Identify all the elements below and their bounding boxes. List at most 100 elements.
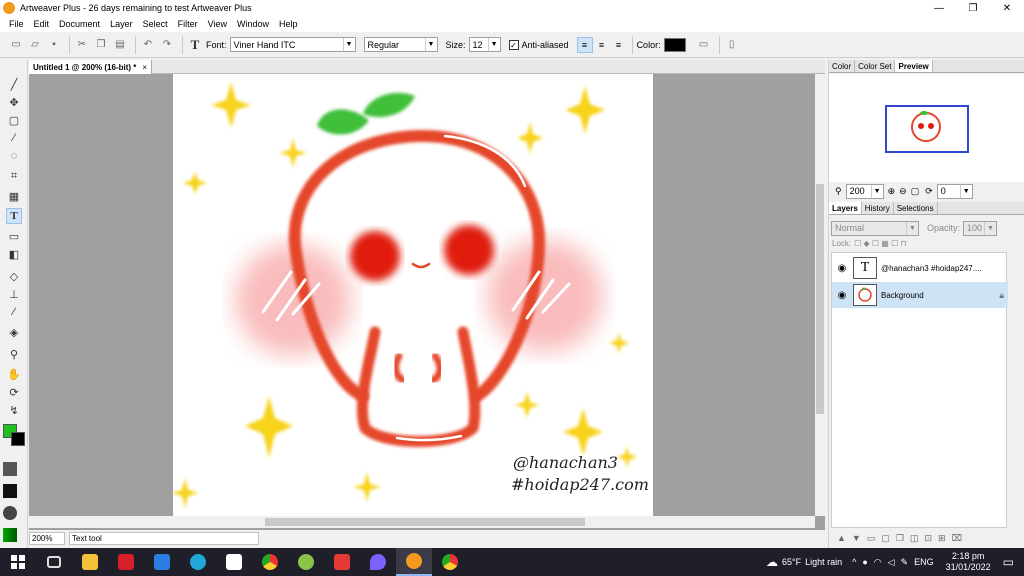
paint-app-icon[interactable]	[360, 548, 396, 576]
font-style-select[interactable]: Regular ▼	[363, 37, 438, 52]
speaker-icon[interactable]: ◁	[888, 557, 895, 568]
menu-document[interactable]: Document	[54, 19, 105, 29]
new-layer-icon[interactable]: ▢	[881, 533, 890, 544]
paste-icon[interactable]: ▤	[112, 37, 128, 53]
open-folder-icon[interactable]: ▱	[27, 37, 43, 53]
task-view-icon[interactable]	[36, 548, 72, 576]
tab-layers[interactable]: Layers	[829, 202, 862, 214]
close-button[interactable]: ✕	[990, 0, 1024, 16]
paper-preset-icon[interactable]	[3, 484, 17, 498]
layer-row[interactable]: ◉ Background 🔒︎	[832, 282, 1008, 308]
menu-file[interactable]: File	[4, 19, 29, 29]
cut-icon[interactable]: ✂	[74, 37, 90, 53]
menu-edit[interactable]: Edit	[29, 19, 55, 29]
layer-row[interactable]: ◉ T @hanachan3 #hoidap247....	[832, 255, 1008, 281]
copy-icon[interactable]: ❐	[93, 37, 109, 53]
anti-aliased-checkbox[interactable]: ✓	[508, 39, 519, 50]
align-left-button[interactable]: ≡	[576, 36, 593, 53]
menu-select[interactable]: Select	[138, 19, 173, 29]
blend-mode-select[interactable]: Normal ▼	[831, 220, 919, 236]
crop-tool-icon[interactable]: ⌗	[6, 168, 22, 184]
shape-tool-icon[interactable]: ▭	[6, 228, 22, 244]
redo-icon[interactable]: ↷	[159, 37, 175, 53]
font-size-select[interactable]: 12 ▼	[468, 37, 501, 52]
hand-tool-icon[interactable]: ✋	[6, 366, 22, 382]
rotate-tool-icon[interactable]: ⟳	[6, 384, 22, 400]
chrome-icon[interactable]	[252, 548, 288, 576]
rect-select-tool-icon[interactable]: ▢	[6, 112, 22, 128]
eraser-tool-icon[interactable]: ◇	[6, 268, 22, 284]
align-right-button[interactable]: ≡	[611, 37, 627, 53]
layer-effects-icon[interactable]: ⊡	[924, 533, 932, 544]
tab-history[interactable]: History	[862, 202, 894, 214]
gradient-tool-icon[interactable]: ◧	[6, 246, 22, 262]
trash-icon[interactable]: ⌧	[952, 533, 962, 544]
chrome-alt-icon[interactable]	[432, 548, 468, 576]
weather-text[interactable]: Light rain	[805, 557, 842, 567]
artweaver-taskbar-icon[interactable]	[396, 548, 432, 576]
text-frame-icon[interactable]: ▭	[696, 37, 712, 53]
document-tab[interactable]: Untitled 1 @ 200% (16-bit) * ×	[29, 60, 153, 74]
messenger-icon[interactable]	[216, 548, 252, 576]
perspective-tool-icon[interactable]: ▦	[6, 188, 22, 204]
text-color-swatch[interactable]	[663, 37, 686, 52]
pen-tool-icon[interactable]: ↯	[6, 402, 22, 418]
zoom-tool-icon[interactable]: ⚲	[6, 346, 22, 362]
menu-filter[interactable]: Filter	[173, 19, 203, 29]
brush-preset-icon[interactable]	[3, 462, 17, 476]
move-tool-icon[interactable]: ✥	[6, 94, 22, 110]
background-color-swatch[interactable]	[11, 432, 25, 446]
magic-wand-tool-icon[interactable]: ⁄	[6, 130, 22, 146]
gear-icon[interactable]	[3, 506, 17, 520]
maximize-button[interactable]: ❐	[956, 0, 990, 16]
merge-layer-icon[interactable]: ⊞	[938, 533, 946, 544]
app-grid-icon[interactable]	[324, 548, 360, 576]
pen-icon[interactable]: ✎	[901, 557, 909, 568]
jt-express-icon[interactable]	[108, 548, 144, 576]
horizontal-scroll-thumb[interactable]	[265, 518, 585, 526]
weather-temp[interactable]: 65°F	[782, 557, 801, 567]
duplicate-layer-icon[interactable]: ❐	[896, 533, 904, 544]
stamp-tool-icon[interactable]: ⊥	[6, 286, 22, 302]
save-icon[interactable]: ▪	[46, 37, 62, 53]
tab-color[interactable]: Color	[829, 60, 856, 72]
close-icon[interactable]: ×	[142, 63, 147, 72]
edge-browser-icon[interactable]	[180, 548, 216, 576]
fill-tool-icon[interactable]: ◈	[6, 324, 22, 340]
align-center-button[interactable]: ≡	[594, 37, 610, 53]
menu-layer[interactable]: Layer	[105, 19, 138, 29]
font-select[interactable]: Viner Hand ITC ▼	[229, 37, 356, 52]
zoom-in-icon[interactable]: ⊕	[888, 186, 896, 197]
file-explorer-icon[interactable]	[72, 548, 108, 576]
clock[interactable]: 2:18 pm 31/01/2022	[946, 551, 991, 573]
menu-window[interactable]: Window	[232, 19, 274, 29]
lasso-tool-icon[interactable]: ◌	[6, 148, 22, 164]
preview-pane[interactable]	[829, 74, 1024, 182]
eyedropper-tool-icon[interactable]: ⁄	[6, 304, 22, 320]
preview-viewport-frame[interactable]	[885, 105, 969, 153]
start-button[interactable]	[0, 548, 36, 576]
lock-options-icons[interactable]: ☐ ◆ ☐ ▦ ☐ ⊓	[854, 239, 907, 248]
tab-selections[interactable]: Selections	[894, 202, 938, 214]
app-store-icon[interactable]	[144, 548, 180, 576]
drawing-canvas[interactable]: @hanachan3 #hoidap247.com	[173, 74, 653, 516]
tab-color-set[interactable]: Color Set	[855, 60, 896, 72]
text-tool-icon[interactable]: T	[6, 208, 22, 224]
move-down-icon[interactable]: ▼	[852, 533, 861, 543]
brush-tool-icon[interactable]: ╱	[6, 76, 22, 92]
tab-preview[interactable]: Preview	[895, 60, 933, 72]
chevron-up-icon[interactable]: ^	[852, 557, 856, 567]
minimize-button[interactable]: —	[922, 0, 956, 16]
vertical-scrollbar[interactable]	[815, 74, 825, 516]
zoom-select[interactable]: 200 ▼	[845, 183, 884, 199]
opacity-select[interactable]: 100 ▼	[963, 220, 998, 236]
layer-mask-icon[interactable]: ◫	[910, 533, 919, 544]
menu-help[interactable]: Help	[274, 19, 303, 29]
app-green-icon[interactable]	[288, 548, 324, 576]
fit-icon[interactable]: ▢	[911, 186, 920, 197]
eye-icon[interactable]: ◉	[835, 290, 849, 301]
rotate-icon[interactable]: ⟳	[925, 186, 933, 197]
eye-icon[interactable]: ◉	[835, 263, 849, 274]
horizontal-scrollbar[interactable]	[29, 516, 815, 528]
text-options-icon[interactable]: ▯	[724, 37, 740, 53]
